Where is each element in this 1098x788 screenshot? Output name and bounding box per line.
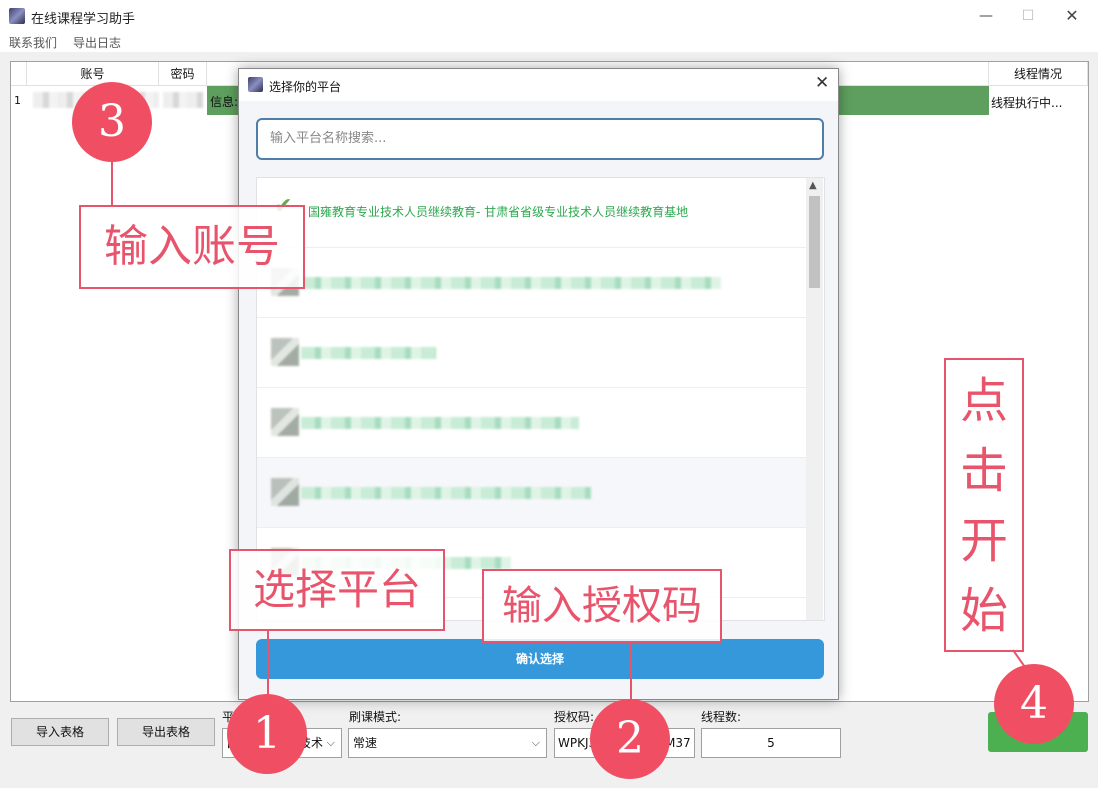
platform-item[interactable] xyxy=(257,248,806,318)
annotation-connector xyxy=(111,162,113,206)
platform-item-label: 国雍教育专业技术人员继续教育- 甘肃省省级专业技术人员继续教育基地 xyxy=(308,205,689,219)
export-table-button[interactable]: 导出表格 xyxy=(117,718,215,746)
annotation-connector xyxy=(267,631,269,697)
annotation-step-3-label: 输入账号 xyxy=(79,205,305,289)
column-header-thread-status[interactable]: 线程情况 xyxy=(989,62,1088,86)
maximize-button[interactable]: ☐ xyxy=(1008,4,1048,28)
annotation-step-4-char: 击 xyxy=(959,443,1008,499)
auth-code-label: 授权码: xyxy=(554,710,595,724)
platform-item[interactable] xyxy=(257,458,806,528)
column-header-password[interactable]: 密码 xyxy=(159,62,207,86)
platform-name-blurred xyxy=(301,417,579,429)
minimize-button[interactable]: — xyxy=(966,4,1006,28)
app-icon xyxy=(9,8,25,24)
platform-name-blurred xyxy=(301,277,721,289)
dialog-title-bar: 选择你的平台 ✕ xyxy=(239,69,838,101)
dialog-title: 选择你的平台 xyxy=(269,80,342,94)
threads-input[interactable]: 5 xyxy=(701,728,841,758)
platform-logo-blurred xyxy=(271,478,299,506)
column-header-account[interactable]: 账号 xyxy=(27,62,159,86)
import-table-button[interactable]: 导入表格 xyxy=(11,718,109,746)
annotation-step-1-badge: 1 xyxy=(227,694,307,774)
annotation-step-4-char: 点 xyxy=(959,373,1008,429)
dialog-close-button[interactable]: ✕ xyxy=(815,73,829,93)
thread-status-cell: 线程执行中... xyxy=(991,96,1063,110)
password-cell-blurred[interactable] xyxy=(163,92,203,108)
platform-name-blurred xyxy=(301,347,436,359)
annotation-step-4-char: 始 xyxy=(959,583,1008,639)
annotation-step-2-badge: 2 xyxy=(590,699,670,779)
confirm-selection-button[interactable]: 确认选择 xyxy=(256,639,824,679)
app-icon xyxy=(248,77,263,92)
platform-name-blurred xyxy=(301,487,591,499)
platform-item[interactable] xyxy=(257,388,806,458)
platform-list-scrollbar[interactable]: ▲ xyxy=(806,178,823,620)
annotation-step-3-badge: 3 xyxy=(72,82,152,162)
chevron-down-icon: ⌵ xyxy=(531,736,540,749)
mode-select[interactable]: 常速 ⌵ xyxy=(348,728,547,758)
annotation-step-4-char: 开 xyxy=(959,513,1008,569)
row-number: 1 xyxy=(14,94,21,107)
platform-logo-blurred xyxy=(271,338,299,366)
menu-contact-us[interactable]: 联系我们 xyxy=(9,34,57,51)
annotation-connector xyxy=(630,643,632,703)
table-corner xyxy=(11,62,27,86)
mode-label: 刷课模式: xyxy=(349,710,402,724)
menu-bar: 联系我们 导出日志 xyxy=(0,32,1098,52)
title-bar: 在线课程学习助手 — ☐ ✕ xyxy=(0,0,1098,32)
scrollbar-thumb[interactable] xyxy=(809,196,820,288)
annotation-step-4-badge: 4 xyxy=(994,664,1074,744)
annotation-step-1-label: 选择平台 xyxy=(229,549,445,631)
info-text: 信息: xyxy=(210,95,239,109)
mode-select-value: 常速 xyxy=(353,736,378,750)
threads-label: 线程数: xyxy=(701,710,742,724)
scroll-up-arrow-icon[interactable]: ▲ xyxy=(809,180,817,191)
platform-search-input[interactable]: 输入平台名称搜索... xyxy=(256,118,824,160)
window-title: 在线课程学习助手 xyxy=(31,12,136,27)
chevron-down-icon: ⌵ xyxy=(326,736,335,749)
platform-logo-blurred xyxy=(271,408,299,436)
platform-item-selected[interactable]: ✔ 国雍教育专业技术人员继续教育- 甘肃省省级专业技术人员继续教育基地 xyxy=(257,178,806,248)
platform-item[interactable] xyxy=(257,318,806,388)
menu-export-log[interactable]: 导出日志 xyxy=(73,34,121,51)
annotation-step-2-label: 输入授权码 xyxy=(482,569,722,643)
close-button[interactable]: ✕ xyxy=(1052,4,1092,28)
annotation-step-4-label: 点 击 开 始 xyxy=(944,358,1024,652)
